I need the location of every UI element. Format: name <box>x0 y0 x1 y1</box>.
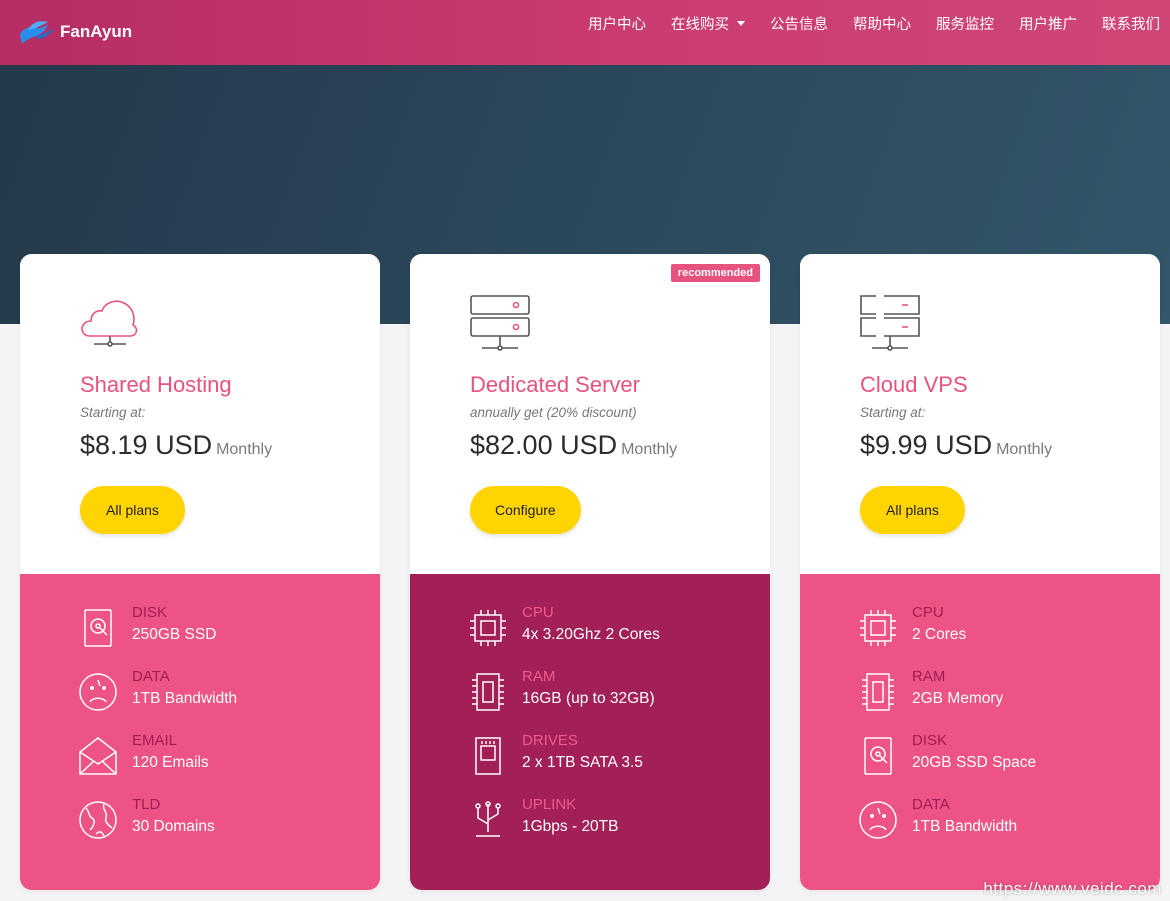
feature-label: TLD <box>132 796 161 813</box>
plan-price: $82.00 USD <box>470 430 618 460</box>
brand-logo[interactable]: FanAyun <box>18 18 132 46</box>
plan-period: Monthly <box>996 441 1053 458</box>
plan-card-header: Shared Hosting Starting at: $8.19 USD Mon… <box>20 254 380 574</box>
disk-icon <box>864 737 892 775</box>
feature-label: RAM <box>522 668 556 685</box>
feature-value: 2 x 1TB SATA 3.5 <box>522 754 643 771</box>
feature-value: 1TB Bandwidth <box>912 818 1018 835</box>
envelope-icon <box>79 737 117 775</box>
cpu-icon <box>860 610 896 646</box>
feature-value: 20GB SSD Space <box>912 754 1037 771</box>
plan-subtitle: Starting at: <box>80 405 146 420</box>
nav-item-contact[interactable]: 联系我们 <box>1102 13 1160 34</box>
brand-name: FanAyun <box>60 22 133 41</box>
top-navbar: FanAyun 用户中心 在线购买 公告信息 帮助中心 服务监控 用户推广 联系… <box>0 0 1170 65</box>
gauge-icon <box>79 673 117 711</box>
nav-item-announcements[interactable]: 公告信息 <box>770 13 828 34</box>
plan-price-row: $9.99 USD Monthly <box>860 430 1052 461</box>
nav-item-service-monitor[interactable]: 服务监控 <box>936 13 994 34</box>
feature-label: DRIVES <box>522 732 578 749</box>
feature-item: CPU 4x 3.20Ghz 2 Cores <box>468 604 748 648</box>
plan-card-header: recommended Dedicated Server annually ge… <box>410 254 770 574</box>
feature-item: DATA 1TB Bandwidth <box>858 796 1138 840</box>
caret-down-icon <box>737 20 745 26</box>
plan-price-row: $82.00 USD Monthly <box>470 430 677 461</box>
feature-item: RAM 16GB (up to 32GB) <box>468 668 748 712</box>
feature-item: TLD 30 Domains <box>78 796 358 840</box>
watermark-text: https://www.veidc.com <box>983 879 1162 898</box>
plan-title: Dedicated Server <box>470 372 640 397</box>
bird-logo-icon <box>20 21 54 44</box>
feature-item: DISK 250GB SSD <box>78 604 358 648</box>
nav-item-buy-online[interactable]: 在线购买 <box>671 13 745 34</box>
feature-item: CPU 2 Cores <box>858 604 1138 648</box>
cloud-icon <box>81 300 138 347</box>
globe-icon <box>79 801 117 839</box>
feature-value: 4x 3.20Ghz 2 Cores <box>522 626 660 643</box>
plan-features: DISK 250GB SSD DATA 1TB Bandwidth EMAIL … <box>20 574 380 890</box>
drive-icon <box>475 737 501 775</box>
nav-item-label: 在线购买 <box>671 16 729 33</box>
feature-value: 1TB Bandwidth <box>132 690 238 707</box>
feature-label: CPU <box>912 604 944 621</box>
uplink-icon <box>475 801 501 837</box>
feature-item: DISK 20GB SSD Space <box>858 732 1138 776</box>
feature-value: 30 Domains <box>132 818 215 835</box>
ram-icon <box>862 673 894 711</box>
feature-item: UPLINK 1Gbps - 20TB <box>468 796 748 840</box>
vps-server-icon <box>860 295 920 351</box>
main-nav: 用户中心 在线购买 公告信息 帮助中心 服务监控 用户推广 联系我们 <box>563 0 1160 46</box>
plan-price-row: $8.19 USD Monthly <box>80 430 272 461</box>
feature-label: DISK <box>132 604 168 621</box>
nav-item-help-center[interactable]: 帮助中心 <box>853 13 911 34</box>
plan-features: CPU 2 Cores RAM 2GB Memory DISK 20GB SSD… <box>800 574 1160 890</box>
configure-button[interactable]: Configure <box>470 486 581 534</box>
feature-value: 1Gbps - 20TB <box>522 818 619 835</box>
feature-label: EMAIL <box>132 732 178 749</box>
server-icon <box>470 295 530 351</box>
cpu-icon <box>470 610 506 646</box>
all-plans-button[interactable]: All plans <box>80 486 185 534</box>
feature-value: 2GB Memory <box>912 690 1004 707</box>
feature-label: RAM <box>912 668 946 685</box>
plan-title: Cloud VPS <box>860 372 968 397</box>
plan-subtitle: Starting at: <box>860 405 926 420</box>
feature-item: DRIVES 2 x 1TB SATA 3.5 <box>468 732 748 776</box>
feature-label: UPLINK <box>522 796 577 813</box>
all-plans-button[interactable]: All plans <box>860 486 965 534</box>
nav-item-affiliate[interactable]: 用户推广 <box>1019 13 1077 34</box>
feature-item: EMAIL 120 Emails <box>78 732 358 776</box>
feature-item: DATA 1TB Bandwidth <box>78 668 358 712</box>
gauge-icon <box>859 801 897 839</box>
plan-price: $9.99 USD <box>860 430 993 460</box>
recommended-badge: recommended <box>670 264 760 282</box>
feature-value: 120 Emails <box>132 754 209 771</box>
plan-features: CPU 4x 3.20Ghz 2 Cores RAM 16GB (up to 3… <box>410 574 770 890</box>
feature-label: DISK <box>912 732 948 749</box>
feature-value: 250GB SSD <box>132 626 217 643</box>
nav-item-user-center[interactable]: 用户中心 <box>588 13 646 34</box>
feature-label: DATA <box>912 796 950 813</box>
ram-icon <box>472 673 504 711</box>
feature-value: 2 Cores <box>912 626 967 643</box>
plan-card-shared-hosting: Shared Hosting Starting at: $8.19 USD Mon… <box>20 254 380 890</box>
plan-price: $8.19 USD <box>80 430 213 460</box>
plan-card-header: Cloud VPS Starting at: $9.99 USD Monthly … <box>800 254 1160 574</box>
plan-title: Shared Hosting <box>80 372 232 397</box>
feature-item: RAM 2GB Memory <box>858 668 1138 712</box>
plan-card-cloud-vps: Cloud VPS Starting at: $9.99 USD Monthly … <box>800 254 1160 890</box>
plan-subtitle: annually get (20% discount) <box>470 405 637 420</box>
feature-label: DATA <box>132 668 170 685</box>
plan-card-dedicated-server: recommended Dedicated Server annually ge… <box>410 254 770 890</box>
plan-period: Monthly <box>216 441 273 458</box>
plan-period: Monthly <box>621 441 678 458</box>
disk-icon <box>84 609 112 647</box>
feature-value: 16GB (up to 32GB) <box>522 690 655 707</box>
feature-label: CPU <box>522 604 554 621</box>
